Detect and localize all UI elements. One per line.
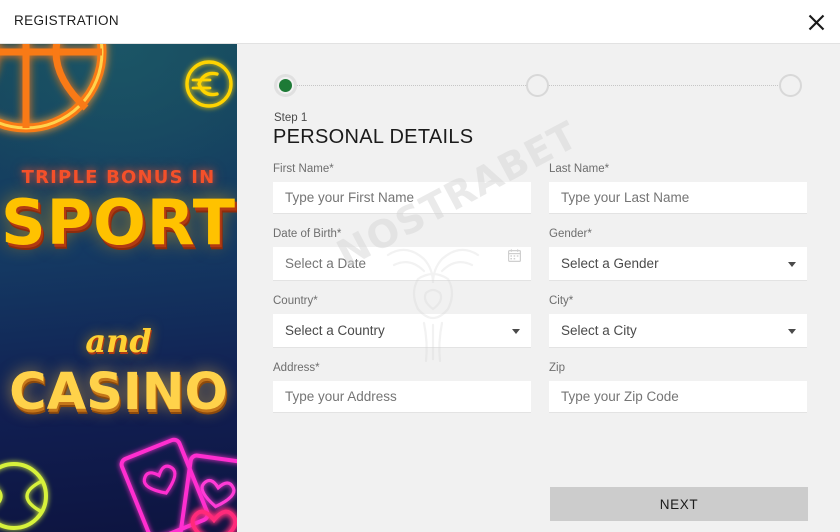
- country-select-value: Select a Country: [285, 323, 385, 338]
- zip-input[interactable]: [549, 381, 807, 413]
- date-of-birth-input[interactable]: [273, 247, 531, 281]
- field-country: Country* Select a Country: [273, 295, 531, 348]
- stepper-dot-3[interactable]: [779, 74, 802, 97]
- field-label-gender: Gender*: [549, 228, 592, 240]
- calendar-icon: [508, 248, 521, 262]
- promo-banner-art: TRIPLE BONUS IN SPORT and CASINO: [0, 44, 237, 532]
- form-row: First Name* Last Name*: [273, 163, 808, 214]
- next-button[interactable]: NEXT: [550, 487, 808, 521]
- city-select[interactable]: Select a City: [549, 314, 807, 348]
- gender-select[interactable]: Select a Gender: [549, 247, 807, 281]
- city-select-value: Select a City: [561, 323, 637, 338]
- field-label-country: Country*: [273, 295, 318, 307]
- field-city: City* Select a City: [549, 295, 807, 348]
- last-name-input[interactable]: [549, 182, 807, 214]
- playing-cards-icon: [119, 437, 237, 532]
- euro-coin-icon: [185, 60, 233, 108]
- field-label-date-of-birth: Date of Birth*: [273, 228, 342, 240]
- stepper-dot-1[interactable]: [274, 74, 297, 97]
- promo-banner: TRIPLE BONUS IN SPORT and CASINO: [0, 44, 237, 532]
- close-icon[interactable]: [802, 8, 830, 36]
- field-label-last-name: Last Name*: [549, 163, 610, 175]
- form-row: Date of Birth* Select a Date Gender* Sel…: [273, 228, 808, 281]
- form-row: Address* Zip: [273, 362, 808, 413]
- neon-artwork: [0, 44, 237, 532]
- field-gender: Gender* Select a Gender: [549, 228, 807, 281]
- field-first-name: First Name*: [273, 163, 531, 214]
- registration-form-panel: Step 1 PERSONAL DETAILS First Name* Last…: [237, 44, 840, 532]
- step-number-label: Step 1: [274, 112, 308, 124]
- field-last-name: Last Name*: [549, 163, 807, 214]
- field-label-city: City*: [549, 295, 574, 307]
- form-fields-grid: First Name* Last Name* Date of Birth*: [273, 163, 808, 427]
- field-label-address: Address*: [273, 362, 320, 374]
- stepper-dot-2[interactable]: [526, 74, 549, 97]
- form-row: Country* Select a Country City* Select a…: [273, 295, 808, 348]
- chevron-down-icon: [788, 261, 796, 267]
- field-zip: Zip: [549, 362, 807, 413]
- address-input[interactable]: [273, 381, 531, 413]
- chevron-down-icon: [788, 328, 796, 334]
- page-title: REGISTRATION: [14, 13, 120, 28]
- country-select[interactable]: Select a Country: [273, 314, 531, 348]
- tennis-ball-icon: [0, 462, 48, 530]
- field-label-first-name: First Name*: [273, 163, 334, 175]
- gender-select-value: Select a Gender: [561, 256, 659, 271]
- modal-header: REGISTRATION: [0, 0, 840, 44]
- registration-stepper: [274, 74, 802, 98]
- basketball-icon: [0, 44, 107, 133]
- chevron-down-icon: [512, 328, 520, 334]
- field-address: Address*: [273, 362, 531, 413]
- field-label-zip: Zip: [549, 362, 565, 374]
- field-date-of-birth: Date of Birth*: [273, 228, 531, 281]
- step-heading: PERSONAL DETAILS: [273, 126, 474, 148]
- registration-modal: REGISTRATION TRIPLE BONUS IN SPORT and C…: [0, 0, 840, 532]
- first-name-input[interactable]: [273, 182, 531, 214]
